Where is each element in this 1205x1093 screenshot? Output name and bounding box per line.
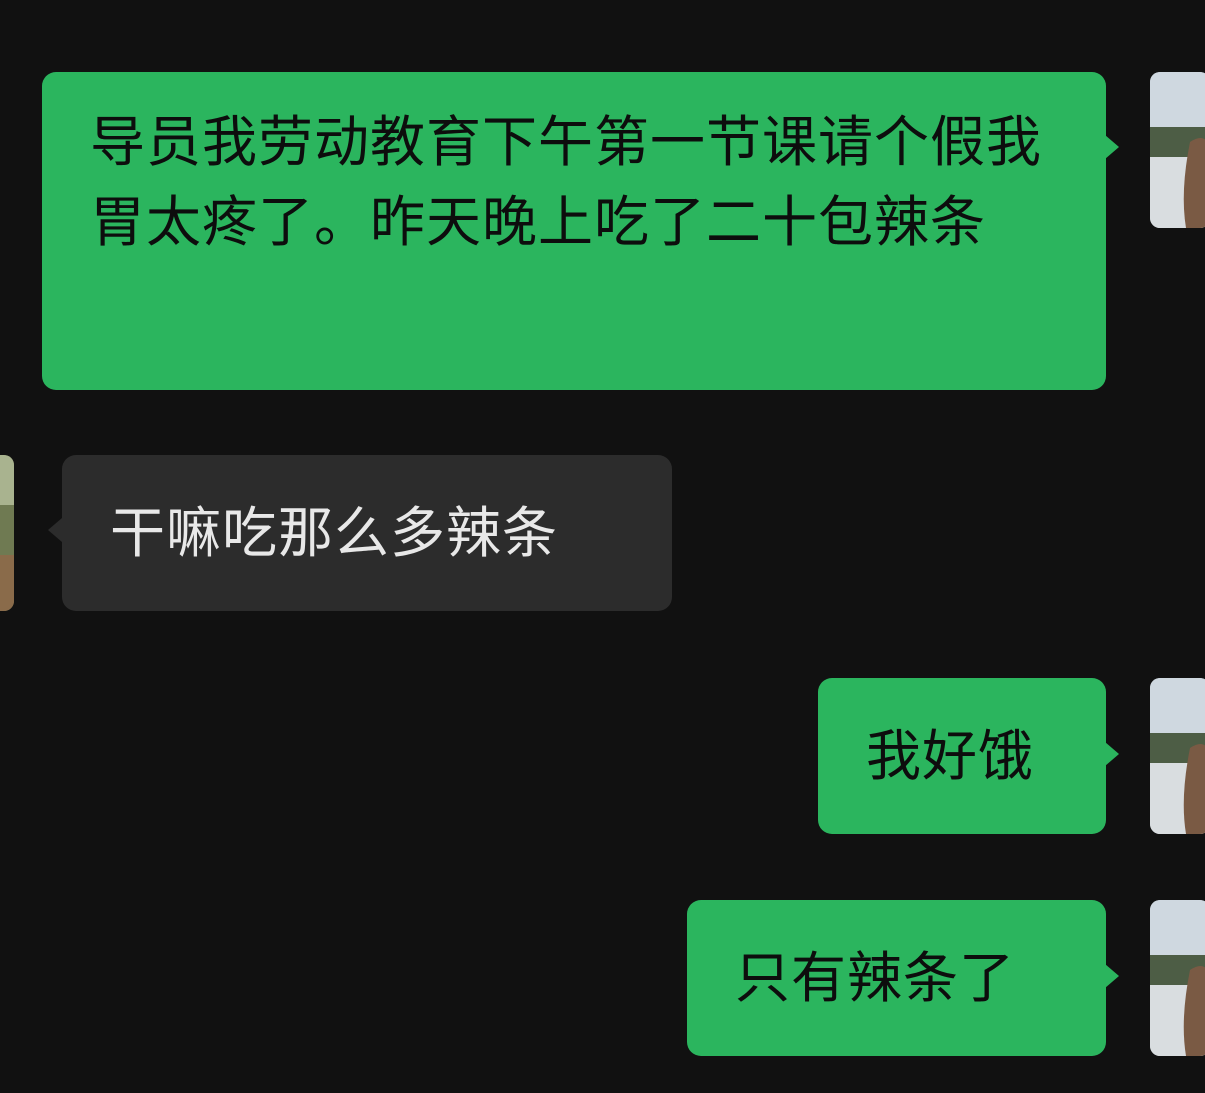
contact-avatar-icon[interactable] [0,455,14,611]
message-text: 只有辣条了 [735,946,1016,1010]
message-text: 导员我劳动教育下午第一节课请个假我胃太疼了。昨天晚上吃了二十包辣条 [90,110,1043,254]
bubble-tail [1105,742,1119,766]
my-avatar-icon[interactable] [1150,678,1205,834]
bubble-tail [48,518,62,542]
bubble-tail [1105,964,1119,988]
message-text: 干嘛吃那么多辣条 [110,501,559,565]
bubble-tail [1105,135,1119,159]
chat-area[interactable]: 导员我劳动教育下午第一节课请个假我胃太疼了。昨天晚上吃了二十包辣条 干嘛吃那么多… [0,0,1205,1093]
message-bubble-sent[interactable]: 我好饿 [818,678,1106,834]
message-bubble-sent[interactable]: 导员我劳动教育下午第一节课请个假我胃太疼了。昨天晚上吃了二十包辣条 [42,72,1106,390]
message-text: 我好饿 [866,724,1035,788]
my-avatar-icon[interactable] [1150,900,1205,1056]
my-avatar-icon[interactable] [1150,72,1205,228]
message-bubble-sent[interactable]: 只有辣条了 [687,900,1106,1056]
message-bubble-received[interactable]: 干嘛吃那么多辣条 [62,455,672,611]
